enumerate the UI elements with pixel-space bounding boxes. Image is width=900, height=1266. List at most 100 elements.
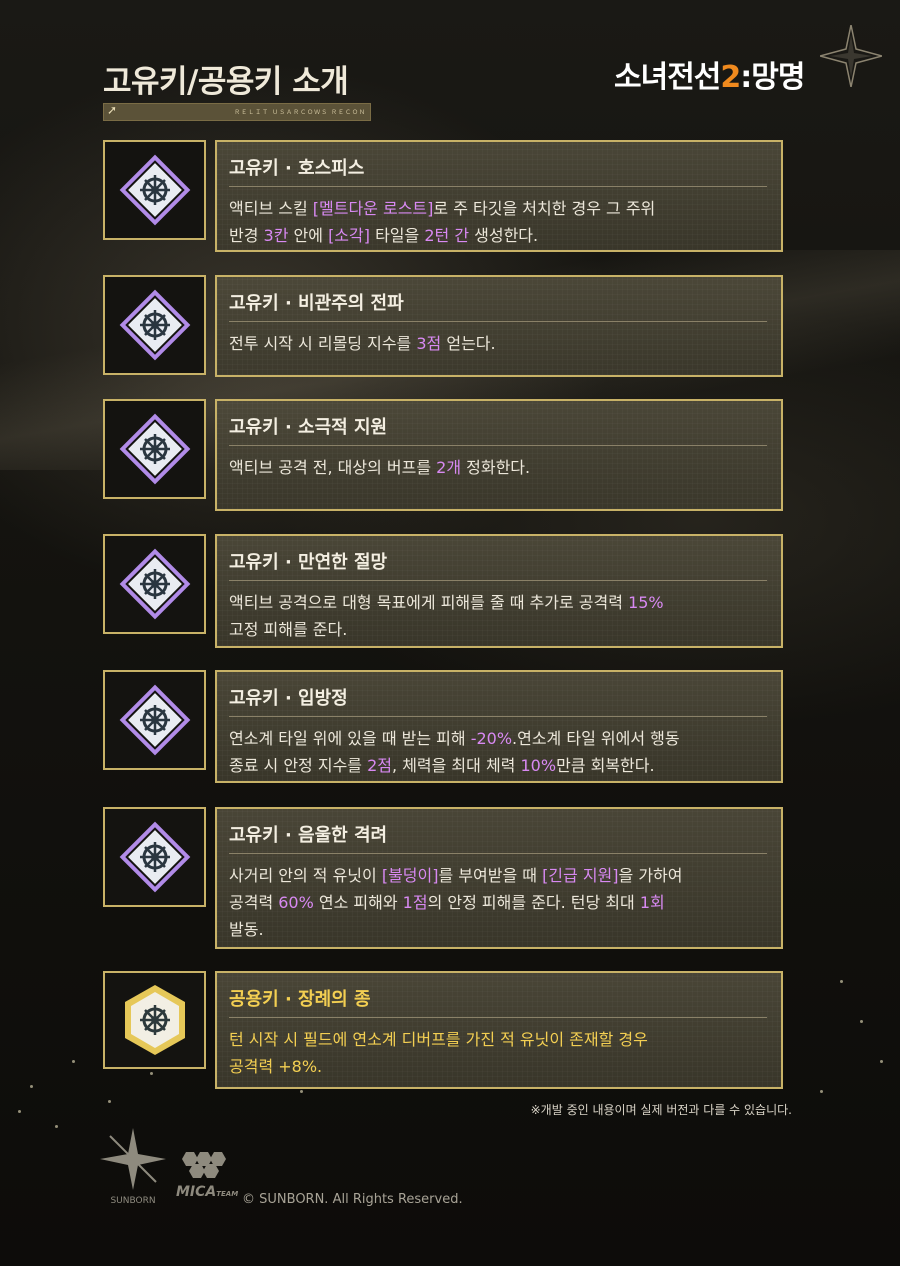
highlight-value: [소각] <box>328 226 370 245</box>
key-description-panel: 공용키 · 장례의 종턴 시작 시 필드에 연소계 디버프를 가진 적 유닛이 … <box>215 971 783 1089</box>
logo-text-sub: :망명 <box>740 60 805 95</box>
key-description-panel: 고유키 · 입방정연소계 타일 위에 있을 때 받는 피해 -20%.연소계 타… <box>215 670 783 783</box>
key-name: 고유키 · 만연한 절망 <box>229 548 767 581</box>
key-name: 고유키 · 입방정 <box>229 684 767 717</box>
key-card: 공용키 · 장례의 종턴 시작 시 필드에 연소계 디버프를 가진 적 유닛이 … <box>103 971 783 1089</box>
key-description: 액티브 공격으로 대형 목표에게 피해를 줄 때 추가로 공격력 15% 고정 피… <box>229 589 767 643</box>
logo-text-number: 2 <box>720 60 741 95</box>
description-text: 타일을 <box>370 226 425 245</box>
description-text: 을 가하여 <box>618 866 683 885</box>
key-name: 공용키 · 장례의 종 <box>229 985 767 1018</box>
logo-star-icon <box>820 25 882 87</box>
mica-team-logo: MICATEAM <box>176 1150 239 1206</box>
key-card: 고유키 · 호스피스액티브 스킬 [멜트다운 로스트]로 주 타깃을 처치한 경… <box>103 140 783 252</box>
highlight-value: 1회 <box>639 893 665 912</box>
key-description: 턴 시작 시 필드에 연소계 디버프를 가진 적 유닛이 존재할 경우공격력 +… <box>229 1026 767 1080</box>
highlight-value: 3점 <box>416 334 442 353</box>
key-description: 전투 시작 시 리몰딩 지수를 3점 얻는다. <box>229 330 767 357</box>
key-icon-frame <box>103 971 206 1069</box>
highlight-value: 2점 <box>367 756 393 775</box>
key-card: 고유키 · 만연한 절망액티브 공격으로 대형 목표에게 피해를 줄 때 추가로… <box>103 534 783 648</box>
description-text: 액티브 공격 전, 대상의 버프를 <box>229 458 437 477</box>
description-text: 액티브 스킬 <box>229 199 313 218</box>
key-description: 연소계 타일 위에 있을 때 받는 피해 -20%.연소계 타일 위에서 행동종… <box>229 725 767 779</box>
despair-key-icon <box>119 548 190 620</box>
key-icon-frame <box>103 140 206 240</box>
copyright-text: © SUNBORN. All Rights Reserved. <box>242 1192 463 1207</box>
key-name: 고유키 · 비관주의 전파 <box>229 289 767 322</box>
key-description: 액티브 스킬 [멜트다운 로스트]로 주 타깃을 처치한 경우 그 주위반경 3… <box>229 195 767 249</box>
description-text: 만큼 회복한다. <box>556 756 655 775</box>
gloomy-encouragement-key-icon <box>119 821 190 893</box>
description-text: 공격력 <box>229 893 279 912</box>
key-description-panel: 고유키 · 호스피스액티브 스킬 [멜트다운 로스트]로 주 타깃을 처치한 경… <box>215 140 783 252</box>
arrow-icon: ➚ <box>107 103 118 117</box>
key-name: 고유키 · 호스피스 <box>229 154 767 187</box>
key-description: 액티브 공격 전, 대상의 버프를 2개 정화한다. <box>229 454 767 481</box>
highlight-value: 10% <box>520 756 557 775</box>
description-text: 로 주 타깃을 처치한 경우 그 주위 <box>433 199 656 218</box>
highlight-value: 2턴 간 <box>424 226 470 245</box>
key-card: 고유키 · 입방정연소계 타일 위에 있을 때 받는 피해 -20%.연소계 타… <box>103 670 783 783</box>
funeral-bell-key-icon <box>124 985 185 1055</box>
description-text: 액티브 공격으로 대형 목표에게 피해를 줄 때 추가로 공격력 <box>229 593 629 612</box>
highlight-value: 60% <box>278 893 314 912</box>
description-text: 의 안정 피해를 준다. 턴당 최대 <box>427 893 640 912</box>
highlight-value: 3칸 <box>263 226 289 245</box>
highlight-value: [긴급 지원] <box>542 866 619 885</box>
logo-text-main: 소녀전선 <box>614 60 721 95</box>
sunborn-logo-text: SUNBORN <box>110 1196 156 1206</box>
title-underline-bar: ➚ ＲＥＬＩＴ ＵＳＡＲＣＯＷＳ ＲＥＣＯＮ <box>103 103 371 121</box>
description-text: 공격력 +8%. <box>229 1057 323 1076</box>
highlight-value: 15% <box>628 593 664 612</box>
page-title: 고유키/공용키 소개 <box>103 64 349 100</box>
key-icon-frame <box>103 534 206 634</box>
highlight-value: 2개 <box>436 458 462 477</box>
description-text: 발동. <box>229 920 264 939</box>
key-description-panel: 고유키 · 비관주의 전파전투 시작 시 리몰딩 지수를 3점 얻는다. <box>215 275 783 377</box>
key-icon-frame <box>103 275 206 375</box>
passive-support-key-icon <box>119 413 190 485</box>
description-text: 안에 <box>288 226 329 245</box>
mica-logo-text: MICATEAM <box>176 1184 239 1200</box>
key-description-panel: 고유키 · 소극적 지원액티브 공격 전, 대상의 버프를 2개 정화한다. <box>215 399 783 511</box>
game-logo: 소녀전선2:망명 <box>614 52 805 96</box>
description-text: 사거리 안의 적 유닛이 <box>229 866 382 885</box>
description-text: 종료 시 안정 지수를 <box>229 756 368 775</box>
highlight-value: -20% <box>470 729 513 748</box>
description-text: 정화한다. <box>461 458 531 477</box>
description-text: 연소 피해와 <box>313 893 403 912</box>
highlight-value: 1점 <box>402 893 428 912</box>
key-card: 고유키 · 비관주의 전파전투 시작 시 리몰딩 지수를 3점 얻는다. <box>103 275 783 377</box>
key-icon-frame <box>103 399 206 499</box>
key-card: 고유키 · 소극적 지원액티브 공격 전, 대상의 버프를 2개 정화한다. <box>103 399 783 511</box>
key-description: 사거리 안의 적 유닛이 [불덩이]를 부여받을 때 [긴급 지원]을 가하여공… <box>229 862 767 943</box>
loose-lips-key-icon <box>119 684 190 756</box>
description-text: 생성한다. <box>469 226 539 245</box>
key-icon-frame <box>103 807 206 907</box>
description-text: 를 부여받을 때 <box>438 866 543 885</box>
description-text: 반경 <box>229 226 264 245</box>
description-text: 전투 시작 시 리몰딩 지수를 <box>229 334 417 353</box>
description-text: .연소계 타일 위에서 행동 <box>512 729 680 748</box>
description-text: 턴 시작 시 필드에 연소계 디버프를 가진 적 유닛이 존재할 경우 <box>229 1030 648 1049</box>
pessimism-key-icon <box>119 289 190 361</box>
highlight-value: [불덩이] <box>381 866 439 885</box>
development-note: ※개발 중인 내용이며 실제 버전과 다를 수 있습니다. <box>530 1103 792 1117</box>
highlight-value: [멜트다운 로스트] <box>312 199 434 218</box>
key-card: 고유키 · 음울한 격려사거리 안의 적 유닛이 [불덩이]를 부여받을 때 [… <box>103 807 783 949</box>
sunborn-star-icon <box>100 1128 166 1190</box>
key-name: 고유키 · 음울한 격려 <box>229 821 767 854</box>
key-description-panel: 고유키 · 음울한 격려사거리 안의 적 유닛이 [불덩이]를 부여받을 때 [… <box>215 807 783 949</box>
description-text: 연소계 타일 위에 있을 때 받는 피해 <box>229 729 471 748</box>
description-text: 고정 피해를 준다. <box>229 620 348 639</box>
key-name: 고유키 · 소극적 지원 <box>229 413 767 446</box>
hexagon-cluster-icon <box>182 1152 226 1178</box>
hospice-key-icon <box>119 154 190 226</box>
sunborn-logo: SUNBORN <box>100 1128 166 1208</box>
title-bar-caption: ＲＥＬＩＴ ＵＳＡＲＣＯＷＳ ＲＥＣＯＮ <box>234 109 366 116</box>
description-text: 얻는다. <box>441 334 496 353</box>
key-description-panel: 고유키 · 만연한 절망액티브 공격으로 대형 목표에게 피해를 줄 때 추가로… <box>215 534 783 648</box>
key-icon-frame <box>103 670 206 770</box>
description-text: , 체력을 최대 체력 <box>392 756 521 775</box>
